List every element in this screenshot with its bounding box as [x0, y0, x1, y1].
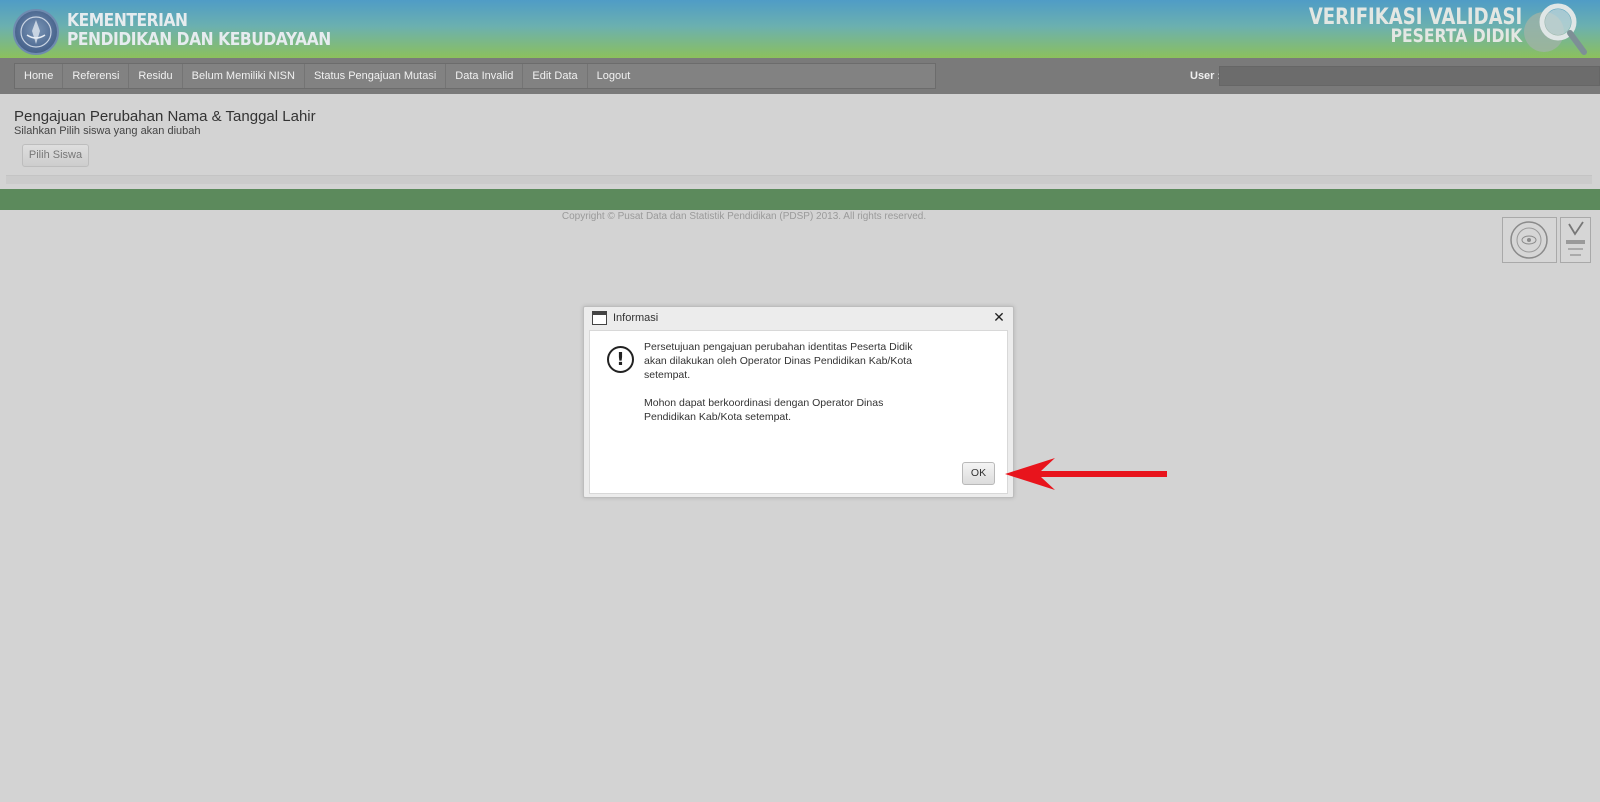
nav-item-logout[interactable]: Logout [588, 64, 640, 88]
tut-wuri-handayani-logo-icon [13, 9, 59, 55]
nav-item-belum-memiliki-nisn[interactable]: Belum Memiliki NISN [183, 64, 305, 88]
dialog-header: Informasi ✕ [584, 307, 1013, 329]
dialog-message-1: Persetujuan pengajuan perubahan identita… [644, 341, 913, 381]
pilih-siswa-button[interactable]: Pilih Siswa [22, 144, 89, 167]
red-arrow-icon [1005, 458, 1167, 490]
ministry-line-1: KEMENTERIAN [67, 10, 188, 31]
app-title: VERIFIKASI VALIDASI PESERTA DIDIK [1309, 7, 1522, 46]
iso-certification-seal-icon [1502, 217, 1557, 263]
nav-item-home[interactable]: Home [15, 64, 64, 88]
main-menu: Home Referensi Residu Belum Memiliki NIS… [14, 63, 936, 89]
nav-item-residu[interactable]: Residu [129, 64, 183, 88]
ministry-name: KEMENTERIAN PENDIDIKAN DAN KEBUDAYAAN [67, 11, 331, 49]
dialog-message: Persetujuan pengajuan perubahan identita… [644, 340, 914, 424]
nav-item-referensi[interactable]: Referensi [63, 64, 130, 88]
certification-badges [1502, 217, 1591, 264]
close-icon[interactable]: ✕ [993, 310, 1005, 324]
user-label: User : [1190, 70, 1222, 82]
dialog-message-2: Mohon dapat berkoordinasi dengan Operato… [644, 397, 884, 423]
page-subtitle: Silahkan Pilih siswa yang akan diubah [14, 125, 201, 137]
nav-item-status-pengajuan-mutasi[interactable]: Status Pengajuan Mutasi [305, 64, 447, 88]
magnifier-globe-icon [1514, 2, 1592, 57]
kan-accreditation-icon [1560, 217, 1591, 263]
exclamation-icon: ! [607, 346, 634, 373]
nav-item-data-invalid[interactable]: Data Invalid [446, 64, 524, 88]
dialog-title: Informasi [613, 312, 659, 324]
footer-band [0, 189, 1600, 210]
page-title: Pengajuan Perubahan Nama & Tanggal Lahir [14, 108, 316, 125]
dialog-body: ! Persetujuan pengajuan perubahan identi… [589, 330, 1008, 494]
ok-button[interactable]: OK [962, 462, 995, 485]
ministry-line-2: PENDIDIKAN DAN KEBUDAYAAN [67, 29, 331, 50]
info-dialog: Informasi ✕ ! Persetujuan pengajuan peru… [583, 306, 1014, 498]
site-header: KEMENTERIAN PENDIDIKAN DAN KEBUDAYAAN VE… [0, 0, 1600, 58]
copyright-text: Copyright © Pusat Data dan Statistik Pen… [561, 211, 927, 222]
user-value [1219, 66, 1600, 86]
nav-bar: Home Referensi Residu Belum Memiliki NIS… [0, 58, 1600, 94]
window-icon [592, 311, 607, 325]
nav-item-edit-data[interactable]: Edit Data [523, 64, 588, 88]
content-divider [6, 175, 1592, 184]
